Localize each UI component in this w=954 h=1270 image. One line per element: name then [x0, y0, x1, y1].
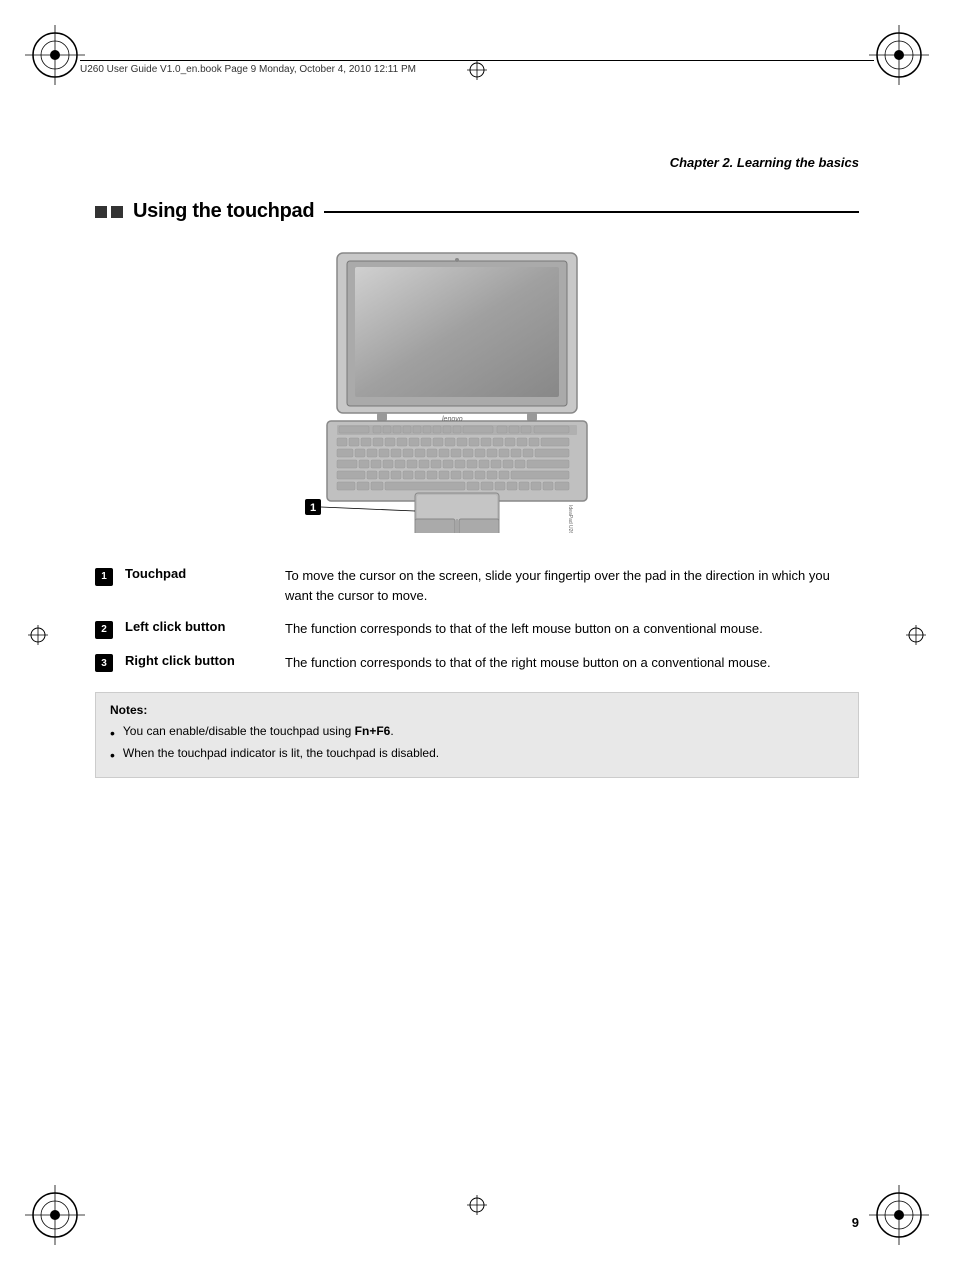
- section-title: Using the touchpad: [95, 200, 859, 223]
- item-label-right-click: Right click button: [125, 653, 285, 668]
- laptop-wrapper: lenovo 1 2 3 IdeaPad U260: [297, 243, 657, 536]
- corner-mark-tl: [25, 25, 85, 85]
- main-content: Using the touchpad: [95, 200, 859, 778]
- notes-text-1: You can enable/disable the touchpad usin…: [123, 722, 394, 741]
- page-number: 9: [852, 1215, 859, 1230]
- notes-title: Notes:: [110, 703, 844, 717]
- notes-item-1: • You can enable/disable the touchpad us…: [110, 722, 844, 744]
- item-desc-touchpad: To move the cursor on the screen, slide …: [285, 566, 859, 605]
- desc-row-left-click: 2 Left click button The function corresp…: [95, 619, 859, 639]
- section-squares: [95, 206, 123, 218]
- desc-row-right-click: 3 Right click button The function corres…: [95, 653, 859, 673]
- laptop-image-container: lenovo 1 2 3 IdeaPad U260: [95, 243, 859, 536]
- svg-text:1: 1: [310, 502, 316, 514]
- item-num-3: 3: [95, 654, 113, 673]
- svg-text:IdeaPad U260: IdeaPad U260: [567, 505, 573, 533]
- item-desc-right-click: The function corresponds to that of the …: [285, 653, 859, 673]
- notes-text-2: When the touchpad indicator is lit, the …: [123, 744, 439, 763]
- corner-mark-bl: [25, 1185, 85, 1245]
- corner-mark-br: [869, 1185, 929, 1245]
- corner-mark-tr: [869, 25, 929, 85]
- file-info: U260 User Guide V1.0_en.book Page 9 Mond…: [80, 64, 416, 75]
- item-num-1: 1: [95, 567, 113, 586]
- item-num-2: 2: [95, 620, 113, 639]
- laptop-illustration: lenovo 1 2 3 IdeaPad U260: [297, 243, 617, 533]
- desc-row-touchpad: 1 Touchpad To move the cursor on the scr…: [95, 566, 859, 605]
- chapter-heading: Chapter 2. Learning the basics: [670, 155, 859, 170]
- square-2: [111, 206, 123, 218]
- top-bar: U260 User Guide V1.0_en.book Page 9 Mond…: [80, 60, 874, 75]
- item-desc-left-click: The function corresponds to that of the …: [285, 619, 859, 639]
- bottom-center-mark: [467, 1195, 487, 1215]
- section-title-text: Using the touchpad: [133, 200, 314, 223]
- section-title-line: [324, 211, 859, 213]
- left-side-mark: [28, 625, 48, 645]
- right-side-mark: [906, 625, 926, 645]
- item-label-touchpad: Touchpad: [125, 566, 285, 581]
- item-label-left-click: Left click button: [125, 619, 285, 634]
- square-1: [95, 206, 107, 218]
- svg-text:lenovo: lenovo: [442, 416, 463, 423]
- notes-item-2: • When the touchpad indicator is lit, th…: [110, 744, 844, 766]
- notes-box: Notes: • You can enable/disable the touc…: [95, 692, 859, 778]
- description-table: 1 Touchpad To move the cursor on the scr…: [95, 566, 859, 672]
